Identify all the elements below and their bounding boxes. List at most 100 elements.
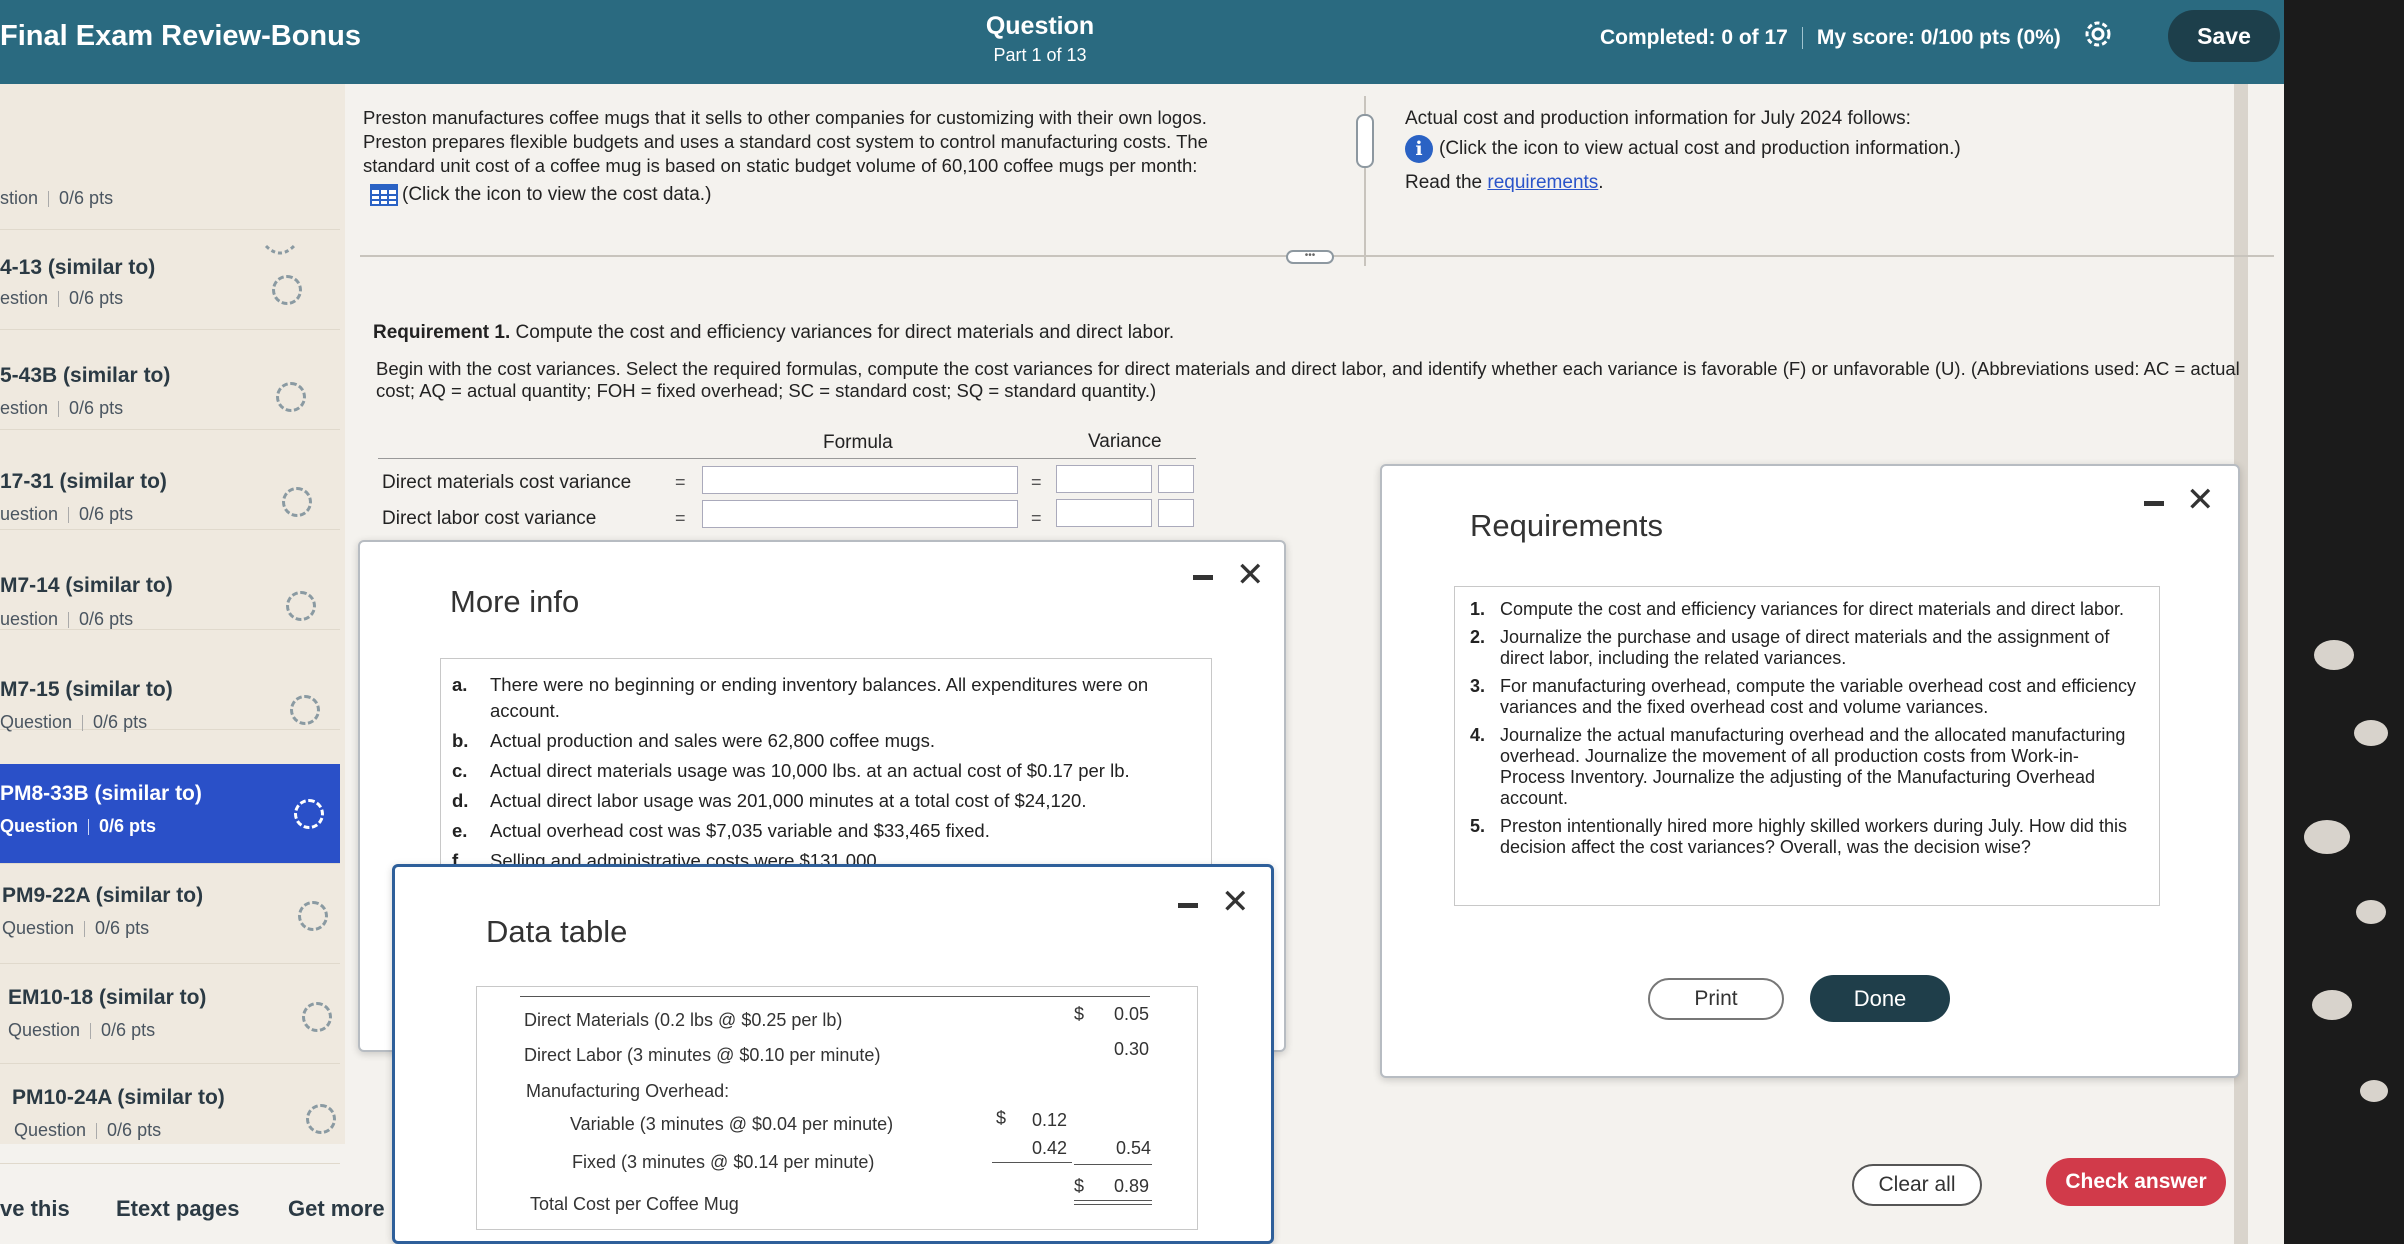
dm-formula-select[interactable] [702, 466, 1018, 494]
actual-info-link[interactable]: i (Click the icon to view actual cost and… [1405, 134, 1961, 164]
info-icon[interactable]: i [1405, 134, 1433, 163]
sidebar-item-9[interactable]: EM10-18 (similar to) Question 0/6 pts [0, 964, 340, 1064]
status-circle-icon [302, 1002, 332, 1032]
done-button[interactable]: Done [1810, 975, 1950, 1022]
question-indicator: Question Part 1 of 13 [940, 12, 1140, 66]
status-circle-icon [282, 487, 312, 517]
dl-variance-input[interactable] [1056, 499, 1152, 527]
more-info-title: More info [450, 584, 580, 619]
list-item: 5. Preston intentionally hired more highl… [1470, 816, 2127, 857]
dm-currency: $ [1074, 1004, 1085, 1024]
list-item: d. Actual direct labor usage was 201,000 … [452, 790, 1087, 811]
vertical-resize-handle[interactable] [1356, 114, 1374, 168]
get-more-help-link[interactable]: Get more h [288, 1196, 404, 1222]
sidebar-item-10[interactable]: PM10-24A (similar to) Question 0/6 pts [0, 1064, 340, 1164]
sidebar-item-3[interactable]: 5-43B (similar to) estion 0/6 pts [0, 330, 340, 430]
status-circle-icon [286, 591, 316, 621]
horizontal-resize-handle[interactable]: ••• [1286, 250, 1334, 264]
dm-label: Direct Materials (0.2 lbs @ $0.25 per lb… [524, 1010, 843, 1030]
equals-sign: = [675, 508, 686, 528]
subtotal-rule [1074, 1164, 1152, 1165]
actual-text: Actual cost and production information f… [1405, 108, 1911, 129]
total-value: 0.89 [1114, 1176, 1150, 1196]
requirements-title: Requirements [1470, 508, 1663, 543]
completed-count: Completed: 0 of 17 [1600, 26, 1788, 49]
moh-total-value: 0.54 [1116, 1138, 1152, 1158]
status-circle-icon [272, 275, 302, 305]
list-item: a. There were no beginning or ending inve… [452, 674, 1149, 721]
table-grid-icon[interactable] [370, 184, 398, 206]
clear-all-button[interactable]: Clear all [1852, 1164, 1982, 1206]
cost-data-link[interactable]: (Click the icon to view the cost data.) [370, 184, 711, 206]
part-label: Part 1 of 13 [993, 45, 1087, 65]
sidebar-item-6[interactable]: M7-15 (similar to) Question 0/6 pts [0, 630, 340, 732]
close-icon[interactable]: ✕ [1221, 885, 1250, 919]
equals-sign: = [1031, 472, 1042, 492]
question-label: Question [985, 12, 1095, 40]
background-pattern [2284, 0, 2404, 1244]
list-item: 2. Journalize the purchase and usage of d… [1470, 627, 2110, 668]
etext-pages-link[interactable]: Etext pages [116, 1196, 240, 1222]
fixed-moh-value: 0.42 [1032, 1138, 1068, 1158]
moh-label: Manufacturing Overhead: [526, 1081, 730, 1101]
progress-summary: Completed: 0 of 17 My score: 0/100 pts (0… [1600, 26, 2061, 50]
sidebar-item-2[interactable]: 4-13 (similar to) estion 0/6 pts [0, 230, 340, 330]
sidebar-item-1[interactable]: stion 0/6 pts [0, 150, 340, 255]
dl-cost-variance-label: Direct labor cost variance [382, 508, 597, 529]
gear-icon[interactable] [2082, 18, 2114, 50]
header-rule [378, 458, 1196, 459]
list-item: 1. Compute the cost and efficiency varian… [1470, 599, 2124, 619]
variable-moh-label: Variable (3 minutes @ $0.04 per minute) [570, 1114, 894, 1134]
status-circle-icon [290, 695, 320, 725]
equals-sign: = [1031, 508, 1042, 528]
list-item: 3. For manufacturing overhead, compute th… [1470, 676, 2137, 717]
dl-label: Direct Labor (3 minutes @ $0.10 per minu… [524, 1045, 881, 1065]
question-paragraph: Preston manufactures coffee mugs that it… [363, 107, 1208, 176]
sidebar-item-7-active[interactable]: PM8-33B (similar to) Question 0/6 pts [0, 764, 340, 864]
variable-moh-value: 0.12 [1032, 1110, 1068, 1130]
data-table-title: Data table [486, 914, 628, 949]
dl-formula-select[interactable] [702, 500, 1018, 528]
total-rule [1074, 1200, 1152, 1201]
dm-value: 0.05 [1114, 1004, 1150, 1024]
sidebar-item-8[interactable]: PM9-22A (similar to) Question 0/6 pts [0, 864, 340, 964]
requirements-list: 1. Compute the cost and efficiency varian… [1470, 599, 2140, 865]
dm-variance-input[interactable] [1056, 465, 1152, 493]
list-item: e. Actual overhead cost was $7,035 variab… [452, 820, 990, 841]
dl-value: 0.30 [1114, 1039, 1150, 1059]
list-item: b. Actual production and sales were 62,80… [452, 730, 935, 751]
fixed-moh-label: Fixed (3 minutes @ $0.14 per minute) [572, 1152, 875, 1172]
print-button[interactable]: Print [1648, 978, 1784, 1020]
requirements-link[interactable]: requirements [1487, 172, 1598, 193]
more-info-list: a. There were no beginning or ending inve… [452, 672, 1192, 878]
solve-this-link[interactable]: ve this [0, 1196, 70, 1222]
total-label: Total Cost per Coffee Mug [530, 1194, 739, 1214]
minimize-icon[interactable] [1193, 575, 1213, 580]
assignment-title: Final Exam Review-Bonus [0, 20, 361, 52]
total-currency: $ [1074, 1176, 1085, 1196]
save-button[interactable]: Save [2168, 10, 2280, 62]
table-rule [520, 996, 1150, 997]
sidebar-item-5[interactable]: M7-14 (similar to) uestion 0/6 pts [0, 530, 340, 630]
variance-header: Variance [1088, 431, 1162, 452]
close-icon[interactable]: ✕ [2186, 483, 2215, 517]
status-circle-icon [306, 1104, 336, 1134]
sidebar-item-4[interactable]: 17-31 (similar to) uestion 0/6 pts [0, 430, 340, 530]
actual-info: Actual cost and production information f… [1405, 104, 1961, 198]
requirement-1-heading: Requirement 1. Compute the cost and effi… [373, 322, 1175, 343]
question-list-sidebar: stion 0/6 pts 4-13 (similar to) estion 0/6… [0, 84, 345, 1164]
status-circle-icon [298, 901, 328, 931]
subtotal-rule [992, 1162, 1072, 1163]
dm-fu-select[interactable] [1158, 465, 1194, 493]
top-header: Final Exam Review-Bonus Question Part 1 … [0, 0, 2284, 84]
instructions-text: Begin with the cost variances. Select th… [376, 358, 2240, 401]
close-icon[interactable]: ✕ [1236, 558, 1265, 592]
status-circle-icon [276, 382, 306, 412]
dl-fu-select[interactable] [1158, 499, 1194, 527]
minimize-icon[interactable] [1178, 903, 1198, 908]
minimize-icon[interactable] [2144, 501, 2164, 506]
check-answer-button[interactable]: Check answer [2046, 1158, 2226, 1206]
list-item: c. Actual direct materials usage was 10,0… [452, 760, 1130, 781]
list-item: 4. Journalize the actual manufacturing ov… [1470, 725, 2126, 808]
variable-currency: $ [996, 1108, 1007, 1128]
